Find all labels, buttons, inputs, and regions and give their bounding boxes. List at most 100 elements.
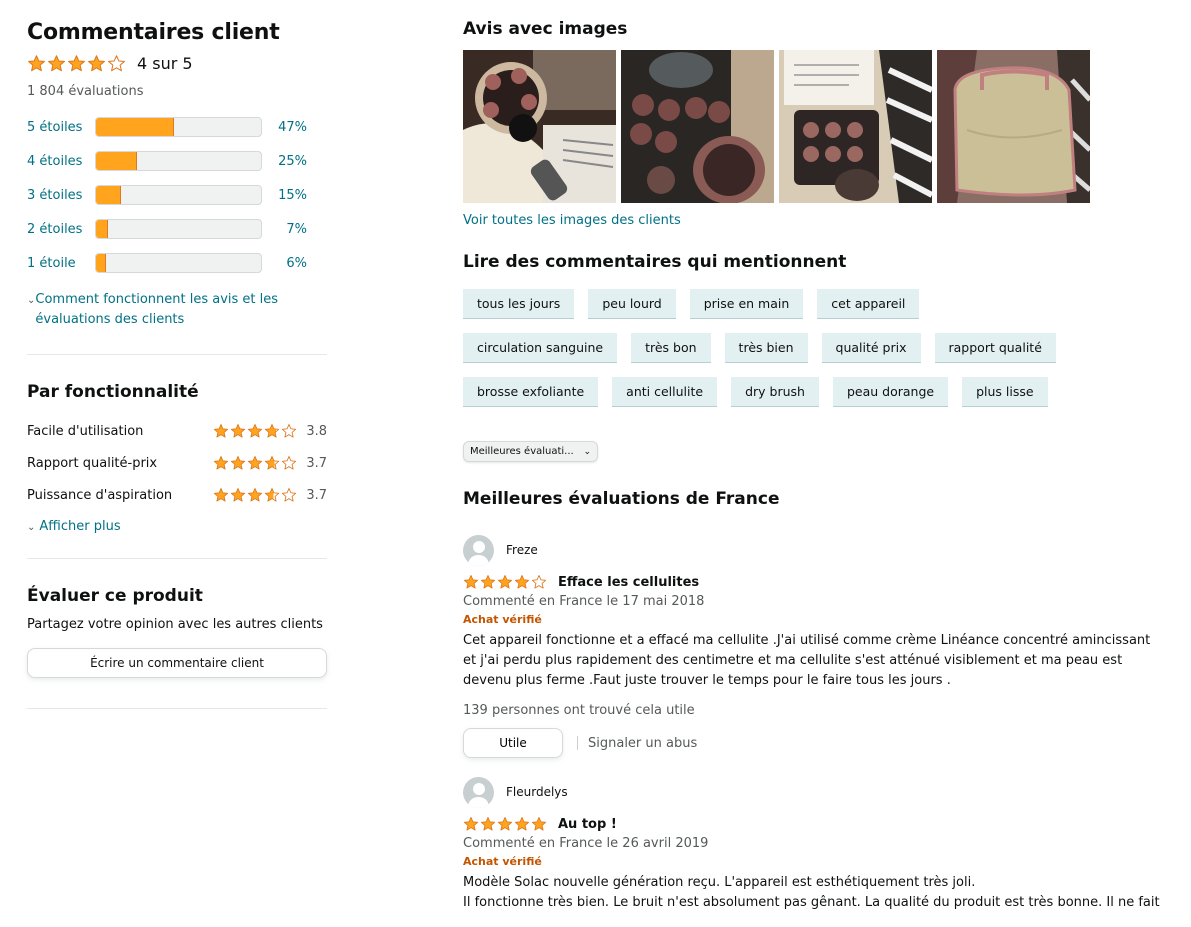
star-icon	[282, 456, 297, 470]
review-date: Commenté en France le 17 mai 2018	[463, 594, 705, 609]
histogram-bar[interactable]	[95, 117, 262, 137]
review-image-thumbnail[interactable]	[621, 50, 774, 203]
review-title[interactable]: Efface les cellulites	[558, 575, 699, 590]
review-body: Modèle Solac nouvelle génération reçu. L…	[463, 873, 1160, 913]
divider	[27, 558, 327, 559]
star-icon	[463, 575, 479, 589]
top-reviews-heading: Meilleures évaluations de France	[463, 489, 780, 509]
reviewer-name[interactable]: Fleurdelys	[506, 785, 568, 799]
star-icon	[497, 575, 513, 589]
sort-selected-value: Meilleures évaluati...	[470, 446, 574, 457]
mention-tag[interactable]: rapport qualité	[934, 333, 1056, 363]
mention-tags: tous les jours peu lourd prise en main c…	[463, 289, 1083, 407]
histogram-row-3[interactable]: 3 étoiles 15%	[27, 178, 327, 212]
mention-tag[interactable]: très bien	[724, 333, 808, 363]
mention-tag[interactable]: cet appareil	[817, 289, 920, 319]
feature-name: Facile d'utilisation	[27, 423, 144, 439]
mentions-heading: Lire des commentaires qui mentionnent	[463, 252, 847, 272]
histogram-fill	[96, 254, 106, 272]
feature-value: 3.8	[306, 423, 327, 439]
star-icon	[88, 54, 105, 71]
star-icon	[480, 817, 496, 831]
evaluate-heading: Évaluer ce produit	[27, 586, 203, 606]
review-image-thumbnail[interactable]	[463, 50, 616, 203]
avatar[interactable]	[463, 534, 494, 566]
star-icon	[214, 488, 229, 502]
report-abuse-link[interactable]: Signaler un abus	[588, 736, 697, 751]
histogram-label[interactable]: 1 étoile	[27, 256, 95, 271]
write-review-button[interactable]: Écrire un commentaire client	[27, 648, 327, 678]
histogram-bar[interactable]	[95, 185, 262, 205]
histogram-row-4[interactable]: 4 étoiles 25%	[27, 144, 327, 178]
mention-tag[interactable]: peau dorange	[832, 377, 949, 407]
histogram-percent[interactable]: 6%	[262, 256, 307, 271]
chevron-down-icon: ⌄	[583, 446, 591, 457]
mention-tag[interactable]: anti cellulite	[612, 377, 718, 407]
review-images	[463, 50, 1153, 203]
mention-tag[interactable]: tous les jours	[463, 289, 575, 319]
histogram-row-5[interactable]: 5 étoiles 47%	[27, 110, 327, 144]
star-icon	[248, 456, 263, 470]
reviews-heading: Commentaires client	[27, 20, 280, 45]
star-icon	[248, 488, 263, 502]
star-icon	[68, 54, 85, 71]
mention-tag[interactable]: peu lourd	[588, 289, 676, 319]
show-more-text[interactable]: Afficher plus	[39, 519, 120, 534]
histogram-fill	[96, 152, 138, 170]
mention-tag[interactable]: très bon	[631, 333, 711, 363]
histogram-fill	[96, 118, 174, 136]
star-icon	[248, 424, 263, 438]
reviewer-name[interactable]: Freze	[506, 543, 538, 557]
review-image-thumbnail[interactable]	[779, 50, 932, 203]
reviewer-profile[interactable]: Fleurdelys	[463, 776, 1153, 808]
feature-row: Facile d'utilisation 3.8	[27, 415, 327, 447]
verified-purchase-badge: Achat vérifié	[463, 855, 542, 868]
histogram-bar[interactable]	[95, 219, 262, 239]
review-title[interactable]: Au top !	[558, 817, 617, 832]
review-stars-icon[interactable]	[463, 574, 548, 590]
mention-tag[interactable]: dry brush	[731, 377, 819, 407]
divider	[27, 354, 327, 355]
mention-tag[interactable]: qualité prix	[821, 333, 921, 363]
sort-dropdown[interactable]: Meilleures évaluati... ⌄	[463, 441, 598, 462]
histogram-percent[interactable]: 15%	[262, 188, 307, 203]
histogram-label[interactable]: 3 étoiles	[27, 188, 95, 203]
histogram-row-2[interactable]: 2 étoiles 7%	[27, 212, 327, 246]
star-icon	[231, 456, 246, 470]
avatar[interactable]	[463, 776, 494, 808]
total-ratings: 1 804 évaluations	[27, 84, 144, 99]
review-image-thumbnail[interactable]	[937, 50, 1090, 203]
how-reviews-work-text[interactable]: Comment fonctionnent les avis et les éva…	[35, 290, 327, 330]
mention-tag[interactable]: prise en main	[689, 289, 804, 319]
star-icon	[265, 456, 280, 470]
histogram-label[interactable]: 4 étoiles	[27, 154, 95, 169]
histogram-label[interactable]: 5 étoiles	[27, 120, 95, 135]
histogram-bar[interactable]	[95, 253, 262, 273]
mention-tag[interactable]: plus lisse	[962, 377, 1048, 407]
review-stars-icon[interactable]	[463, 816, 548, 832]
how-reviews-work-link[interactable]: ⌄ Comment fonctionnent les avis et les é…	[27, 290, 327, 330]
histogram-percent[interactable]: 47%	[262, 120, 307, 135]
review-body: Cet appareil fonctionne et a effacé ma c…	[463, 633, 1151, 688]
reviews-main: Avis avec images Voir toutes les images …	[463, 18, 1160, 913]
histogram-row-1[interactable]: 1 étoile 6%	[27, 246, 327, 280]
chevron-down-icon: ⌄	[27, 295, 36, 306]
review-title-row: Efface les cellulites	[463, 573, 1153, 591]
histogram-percent[interactable]: 7%	[262, 222, 307, 237]
rating-histogram: 5 étoiles 47% 4 étoiles 25% 3 étoiles 15…	[27, 110, 327, 280]
average-rating: 4 sur 5	[27, 52, 327, 74]
histogram-percent[interactable]: 25%	[262, 154, 307, 169]
mention-tag[interactable]: brosse exfoliante	[463, 377, 599, 407]
feature-row: Rapport qualité-prix 3.7	[27, 447, 327, 479]
see-all-images-link[interactable]: Voir toutes les images des clients	[463, 213, 1153, 231]
histogram-bar[interactable]	[95, 151, 262, 171]
mention-tag[interactable]: circulation sanguine	[463, 333, 618, 363]
show-more-link[interactable]: ⌄ Afficher plus	[27, 519, 327, 534]
helpful-button[interactable]: Utile	[463, 728, 563, 758]
review-card: Fleurdelys Au top ! Commenté en France l…	[463, 776, 1160, 913]
feature-stars-icon	[213, 487, 298, 503]
average-stars-icon	[27, 54, 127, 73]
reviewer-profile[interactable]: Freze	[463, 534, 1153, 566]
histogram-label[interactable]: 2 étoiles	[27, 222, 95, 237]
star-icon	[463, 817, 479, 831]
